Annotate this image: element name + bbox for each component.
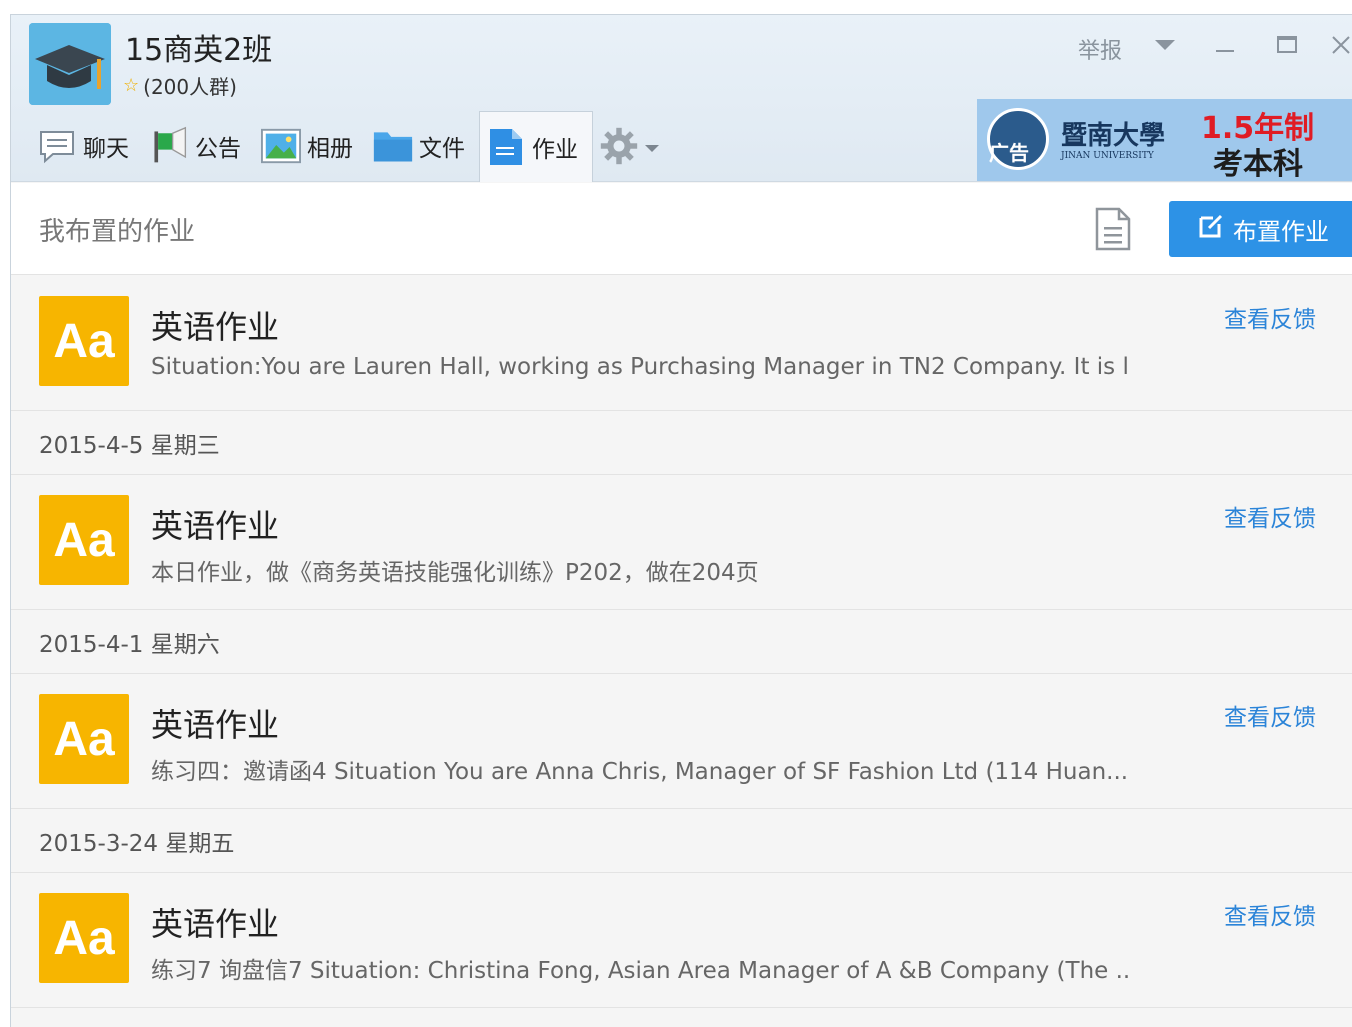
tab-label: 文件 (419, 136, 465, 162)
view-feedback-link[interactable]: 查看反馈 (1224, 897, 1316, 931)
homework-item[interactable]: Aa 英语作业 本日作业，做《商务英语技能强化训练》P202，做在204页 查看… (11, 475, 1352, 610)
group-avatar[interactable] (29, 23, 111, 105)
homework-type-icon: Aa (39, 296, 129, 386)
header: 15商英2班 ☆ (200人群) 举报 聊天 公告 相册 文件 作业 广告 暨南… (11, 15, 1352, 182)
homework-title: 英语作业 (151, 308, 280, 346)
tab-label: 公告 (195, 136, 241, 162)
homework-date: 2015-4-1 星期六 (11, 610, 1352, 674)
tab-homework[interactable]: 作业 (479, 111, 593, 182)
group-size: (200人群) (143, 75, 237, 99)
homework-description: 练习7 询盘信7 Situation: Christina Fong, Asia… (151, 958, 1131, 984)
homework-title: 英语作业 (151, 706, 280, 744)
homework-item[interactable]: Aa 英语作业 练习四：邀请函4 Situation You are Anna … (11, 674, 1352, 809)
ad-banner[interactable]: 广告 暨南大學 JINAN UNIVERSITY 1.5年制 考本科 (977, 99, 1352, 182)
dropdown-arrow-icon[interactable] (1147, 29, 1183, 61)
ad-university-english: JINAN UNIVERSITY (1061, 151, 1154, 161)
homework-type-icon: Aa (39, 893, 129, 983)
tab-album[interactable]: 相册 (255, 111, 367, 181)
app-window: 15商英2班 ☆ (200人群) 举报 聊天 公告 相册 文件 作业 广告 暨南… (10, 14, 1352, 1027)
homework-date: 2015-4-5 星期三 (11, 411, 1352, 475)
assign-homework-button[interactable]: 布置作业 (1169, 201, 1352, 257)
star-icon: ☆ (123, 75, 140, 96)
album-picture-icon (261, 126, 301, 166)
homework-list: Aa 英语作业 Situation:You are Lauren Hall, w… (11, 276, 1352, 1008)
ad-subheadline: 考本科 (1213, 147, 1303, 182)
group-name: 15商英2班 (125, 33, 273, 68)
section-title: 我布置的作业 (39, 217, 196, 247)
report-button[interactable]: 举报 (1078, 33, 1122, 65)
ad-university-name: 暨南大學 (1061, 121, 1166, 151)
homework-title: 英语作业 (151, 905, 280, 943)
homework-title: 英语作业 (151, 507, 280, 545)
assign-homework-label: 布置作业 (1233, 217, 1329, 246)
view-feedback-link[interactable]: 查看反馈 (1224, 499, 1316, 533)
tab-label: 作业 (532, 137, 578, 163)
homework-description: 本日作业，做《商务英语技能强化训练》P202，做在204页 (151, 560, 759, 586)
tab-announcement[interactable]: 公告 (143, 111, 255, 181)
homework-item[interactable]: Aa 英语作业 练习7 询盘信7 Situation: Christina Fo… (11, 873, 1352, 1008)
chevron-down-icon (645, 133, 659, 159)
homework-description: Situation:You are Lauren Hall, working a… (151, 354, 1131, 380)
homework-subheader: 我布置的作业 布置作业 (11, 183, 1352, 275)
announcement-flag-icon (149, 126, 189, 166)
group-meta: ☆ (200人群) (123, 71, 237, 100)
tab-files[interactable]: 文件 (367, 111, 479, 181)
homework-type-icon: Aa (39, 495, 129, 585)
chat-icon (37, 126, 77, 166)
minimize-button[interactable] (1207, 29, 1243, 61)
gear-icon (599, 126, 639, 166)
settings-menu-button[interactable] (593, 111, 673, 181)
homework-date: 2015-3-24 星期五 (11, 809, 1352, 873)
edit-icon (1197, 212, 1225, 246)
graduation-cap-icon (29, 23, 111, 105)
homework-description: 练习四：邀请函4 Situation You are Anna Chris, M… (151, 759, 1129, 785)
ad-badge: 广告 (989, 141, 1029, 165)
folder-icon (373, 126, 413, 166)
document-list-icon[interactable] (1093, 207, 1133, 251)
homework-doc-icon (486, 127, 526, 167)
view-feedback-link[interactable]: 查看反馈 (1224, 698, 1316, 732)
tab-label: 聊天 (83, 136, 129, 162)
tab-chat[interactable]: 聊天 (31, 111, 143, 181)
tab-bar: 聊天 公告 相册 文件 作业 (31, 111, 673, 182)
view-feedback-link[interactable]: 查看反馈 (1224, 300, 1316, 334)
close-button[interactable] (1323, 29, 1352, 61)
homework-item[interactable]: Aa 英语作业 Situation:You are Lauren Hall, w… (11, 276, 1352, 411)
maximize-button[interactable] (1269, 29, 1305, 61)
tab-label: 相册 (307, 136, 353, 162)
homework-type-icon: Aa (39, 694, 129, 784)
